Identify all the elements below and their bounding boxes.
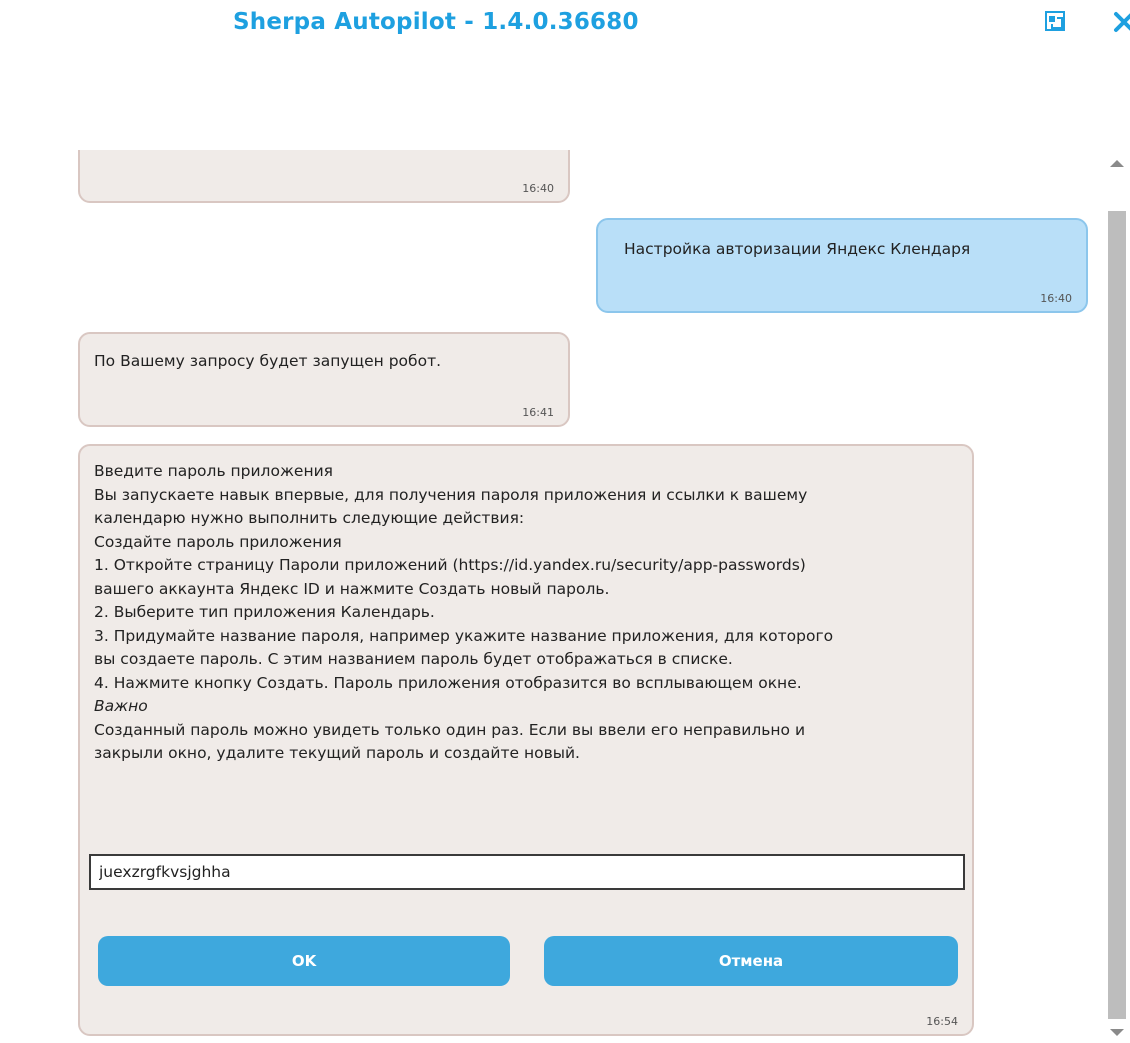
prompt-line: 2. Выберите тип приложения Календарь.	[94, 603, 435, 621]
prompt-line: 3. Придумайте название пароля, например …	[94, 626, 834, 645]
ok-button[interactable]: OK	[98, 936, 510, 986]
message-text: Настройка авторизации Яндекс Клендаря	[624, 240, 971, 258]
prompt-line: Вы запускаете навык впервые, для получен…	[94, 485, 808, 504]
prompt-line: вашего аккаунта Яндекс ID и нажмите Созд…	[94, 579, 610, 598]
message-time: 16:40	[522, 182, 554, 195]
close-icon[interactable]	[1112, 10, 1130, 34]
prompt-line: календарю нужно выполнить следующие дейс…	[94, 509, 525, 527]
user-message: Настройка авторизации Яндекс Клендаря 16…	[596, 218, 1088, 313]
restore-window-icon[interactable]	[1044, 10, 1068, 34]
chat-message-list: 16:40 Настройка авторизации Яндекс Кленд…	[0, 150, 1100, 1042]
title-bar: Sherpa Autopilot - 1.4.0.36680	[0, 0, 1130, 60]
vertical-scrollbar[interactable]	[1104, 140, 1130, 1042]
app-password-input[interactable]	[89, 854, 965, 890]
prompt-line: Создайте пароль приложения	[94, 532, 342, 551]
message-time: 16:40	[1040, 292, 1072, 305]
message-time: 16:54	[926, 1015, 958, 1028]
prompt-line: 4. Нажмите кнопку Создать. Пароль прилож…	[94, 673, 802, 692]
bot-message: 16:40	[78, 150, 570, 203]
scroll-down-arrow-icon[interactable]	[1109, 1024, 1125, 1036]
prompt-important-label: Важно	[94, 697, 148, 715]
password-prompt-message: Введите пароль приложения Вы запускаете …	[78, 444, 974, 1036]
prompt-line: Созданный пароль можно увидеть только од…	[94, 720, 806, 739]
window-title: Sherpa Autopilot - 1.4.0.36680	[233, 9, 639, 35]
prompt-line: вы создаете пароль. С этим названием пар…	[94, 650, 733, 668]
scroll-up-arrow-icon[interactable]	[1109, 154, 1125, 167]
message-text: По Вашему запросу будет запущен робот.	[94, 352, 442, 370]
scrollbar-thumb[interactable]	[1108, 211, 1126, 1019]
prompt-line: 1. Откройте страницу Пароли приложений (…	[94, 556, 806, 574]
message-time: 16:41	[522, 406, 554, 419]
prompt-line: закрыли окно, удалите текущий пароль и с…	[94, 744, 580, 762]
prompt-instructions: Введите пароль приложения Вы запускаете …	[94, 460, 974, 766]
bot-message: По Вашему запросу будет запущен робот. 1…	[78, 332, 570, 427]
prompt-line: Введите пароль приложения	[94, 462, 333, 480]
cancel-button[interactable]: Отмена	[544, 936, 958, 986]
